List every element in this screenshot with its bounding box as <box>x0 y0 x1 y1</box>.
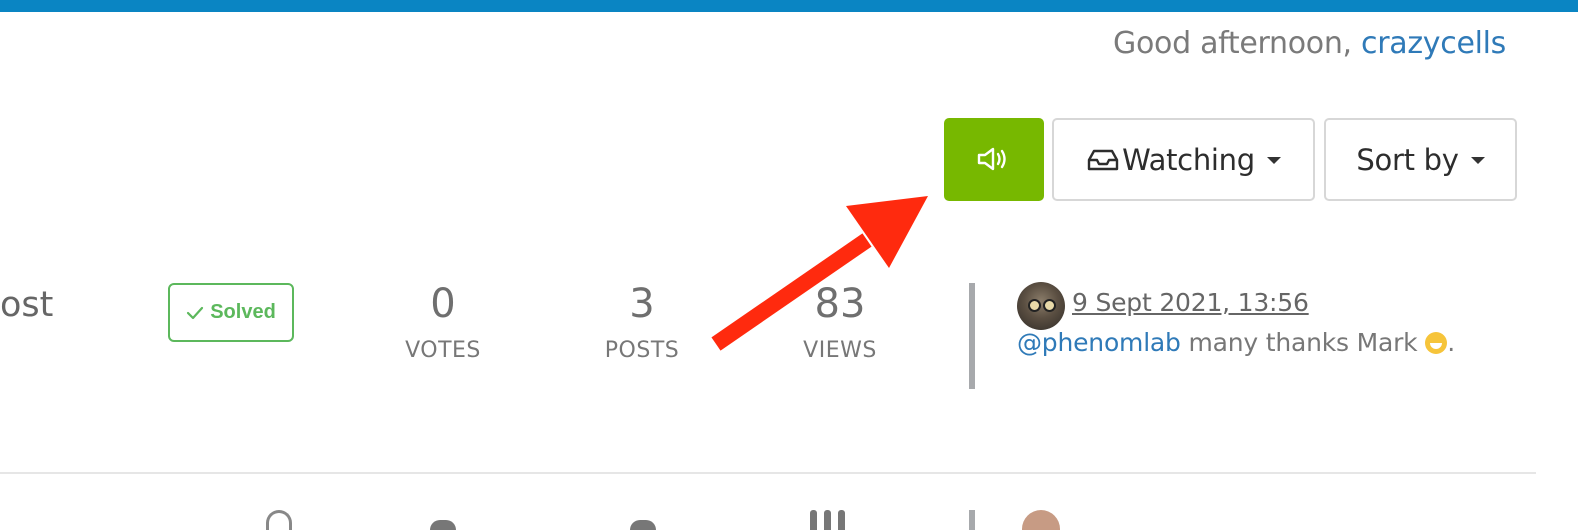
annotation-arrow <box>711 196 928 351</box>
